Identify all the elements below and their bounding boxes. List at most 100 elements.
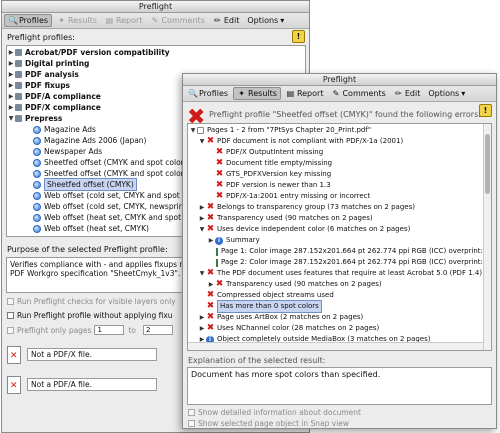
checkbox[interactable] bbox=[188, 409, 195, 416]
pdfx-status-text: Not a PDF/X file. bbox=[27, 348, 157, 361]
toolbar-label: Report bbox=[115, 16, 143, 25]
result-row[interactable]: ▶ ✖ Page uses ArtBox (2 matches on 2 pages… bbox=[188, 312, 491, 323]
disclosure-icon[interactable]: ▼ bbox=[198, 224, 206, 235]
result-row[interactable]: ✖ Document title empty/missing bbox=[188, 158, 491, 169]
result-row[interactable]: ▶ ✖ Uses NChannel color (28 matches on 2 p… bbox=[188, 323, 491, 334]
disclosure-icon[interactable]: ▼ bbox=[198, 268, 206, 279]
results-tree[interactable]: ▼ Pages 1 - 2 from "7PtSys Chapter 20_Pri… bbox=[187, 123, 492, 351]
error-icon: ✖ bbox=[206, 268, 215, 278]
result-row[interactable]: Page 1: Color image 287.152x201.664 pt 2… bbox=[188, 246, 491, 257]
chevron-down-icon: ▾ bbox=[280, 16, 285, 25]
checkbox[interactable] bbox=[7, 312, 14, 319]
result-row[interactable]: Page 2: Color image 287.152x201.664 pt 2… bbox=[188, 257, 491, 268]
folder-icon bbox=[15, 71, 22, 78]
error-icon: ✖ bbox=[206, 323, 215, 333]
cb-only-pages[interactable]: Preflight only pages 1 to 2 bbox=[7, 325, 173, 335]
disclosure-closed-icon[interactable]: ▶ bbox=[7, 58, 15, 69]
disclosure-open-icon[interactable]: ▼ bbox=[7, 113, 15, 124]
disclosure-icon[interactable]: ▼ bbox=[189, 125, 197, 136]
disclosure-icon[interactable]: ▶ bbox=[198, 213, 206, 224]
profile-icon bbox=[33, 180, 41, 189]
info-icon: i bbox=[215, 236, 223, 245]
pdfa-status-text: Not a PDF/A file. bbox=[27, 378, 157, 391]
error-icon: ✖ bbox=[215, 147, 224, 157]
result-row[interactable]: ✖ PDF/X OutputIntent missing bbox=[188, 147, 491, 158]
profiles-label: Preflight profiles: bbox=[7, 33, 75, 42]
toolbar-report-button[interactable]: ▤ Report bbox=[102, 15, 146, 26]
error-icon: ✖ bbox=[215, 191, 224, 201]
result-row[interactable]: ✖ GTS_PDFXVersion key missing bbox=[188, 169, 491, 180]
toolbar-edit-button[interactable]: ✏ Edit bbox=[391, 88, 424, 99]
result-row[interactable]: ▶ i Summary bbox=[188, 235, 491, 246]
page-from-field[interactable]: 1 bbox=[94, 325, 125, 335]
cb-snap-view[interactable]: Show selected page object in Snap view bbox=[188, 419, 349, 428]
error-icon: ✖ bbox=[215, 158, 224, 168]
result-row[interactable]: ▼ Pages 1 - 2 from "7PtSys Chapter 20_Pri… bbox=[188, 125, 491, 136]
page-to-field[interactable]: 2 bbox=[143, 325, 173, 335]
profile-icon bbox=[33, 191, 41, 200]
cb-visible-layers[interactable]: Run Preflight checks for visible layers … bbox=[7, 297, 176, 306]
results-hscrollbar[interactable] bbox=[188, 342, 483, 350]
result-row[interactable]: ▶ ✖ Transparency used (90 matches on 2 pag… bbox=[188, 279, 491, 290]
back-warning-icon[interactable]: ! bbox=[292, 30, 305, 43]
not-pdfx-icon bbox=[7, 345, 21, 364]
cb-without-fixups[interactable]: Run Preflight profile without applying f… bbox=[7, 311, 173, 320]
scroll-thumb[interactable] bbox=[485, 134, 490, 194]
profile-icon bbox=[33, 202, 41, 211]
result-row[interactable]: ▶ ✖ Transparency used (90 matches on 2 pag… bbox=[188, 213, 491, 224]
result-row[interactable]: ▼ ✖ The PDF document uses features that re… bbox=[188, 268, 491, 279]
toolbar-options-button[interactable]: Options ▾ bbox=[244, 15, 287, 26]
error-icon: ✖ bbox=[215, 279, 224, 289]
report-icon: ▤ bbox=[286, 89, 295, 98]
comments-icon: ✎ bbox=[151, 16, 159, 25]
toolbar-options-button[interactable]: Options ▾ bbox=[425, 88, 468, 99]
folder-icon bbox=[15, 104, 22, 111]
toolbar-results-button[interactable]: ✦ Results bbox=[233, 87, 281, 100]
error-icon: ✖ bbox=[206, 202, 215, 212]
disclosure-closed-icon[interactable]: ▶ bbox=[7, 102, 15, 113]
error-icon: ✖ bbox=[215, 180, 224, 190]
error-icon: ✖ bbox=[206, 290, 215, 300]
chevron-down-icon: ▾ bbox=[461, 89, 466, 98]
toolbar-edit-button[interactable]: ✏ Edit bbox=[210, 15, 243, 26]
toolbar-profiles-button[interactable]: 🔍 Profiles bbox=[185, 88, 231, 99]
disclosure-icon[interactable]: ▶ bbox=[207, 279, 215, 290]
front-warning-icon[interactable]: ! bbox=[479, 104, 492, 117]
page-to-label: to bbox=[128, 325, 136, 335]
front-toolbar: 🔍 Profiles ✦ Results ▤ Report ✎ Comments ✏ Edit Op… bbox=[183, 86, 496, 102]
image-thumbnail-icon bbox=[216, 247, 218, 256]
front-title: Preflight bbox=[183, 74, 496, 86]
profile-icon bbox=[33, 147, 41, 156]
result-row[interactable]: ▼ ✖ Uses device independent color (6 match… bbox=[188, 224, 491, 235]
toolbar-profiles-button[interactable]: 🔍 Profiles bbox=[4, 14, 53, 27]
result-row[interactable]: ✖ PDF version is newer than 1.3 bbox=[188, 180, 491, 191]
profile-icon bbox=[33, 224, 41, 233]
toolbar-report-button[interactable]: ▤ Report bbox=[283, 88, 327, 99]
checkbox[interactable] bbox=[188, 420, 195, 427]
disclosure-icon[interactable]: ▶ bbox=[198, 323, 206, 334]
result-row[interactable]: ▶ ✖ Belongs to transparency group (73 matc… bbox=[188, 202, 491, 213]
disclosure-closed-icon[interactable]: ▶ bbox=[7, 47, 15, 58]
results-vscrollbar[interactable] bbox=[483, 124, 491, 350]
not-pdfa-icon bbox=[7, 375, 21, 394]
disclosure-icon[interactable]: ▼ bbox=[198, 136, 206, 147]
group-digital-printing[interactable]: ▶ Digital printing bbox=[7, 58, 305, 69]
disclosure-icon[interactable]: ▶ bbox=[207, 235, 215, 246]
toolbar-results-button[interactable]: ✦ Results bbox=[54, 15, 100, 26]
disclosure-icon[interactable]: ▶ bbox=[198, 202, 206, 213]
toolbar-comments-button[interactable]: ✎ Comments bbox=[328, 88, 388, 99]
checkbox[interactable] bbox=[7, 326, 14, 334]
folder-icon bbox=[15, 115, 22, 122]
disclosure-closed-icon[interactable]: ▶ bbox=[7, 69, 15, 80]
disclosure-closed-icon[interactable]: ▶ bbox=[7, 91, 15, 102]
result-row[interactable]: ▼ ✖ PDF document is not compliant with PDF… bbox=[188, 136, 491, 147]
result-row[interactable]: ✖ Has more than 0 spot colors bbox=[188, 300, 491, 313]
cb-detailed-info[interactable]: Show detailed information about document bbox=[188, 408, 361, 417]
checkbox[interactable] bbox=[7, 298, 14, 305]
group-acrobat-pdf-version-compatibility[interactable]: ▶ Acrobat/PDF version compatibility bbox=[7, 47, 305, 58]
disclosure-icon[interactable]: ▶ bbox=[198, 312, 206, 323]
result-row[interactable]: ✖ PDF/X-1a:2001 entry missing or incorrec… bbox=[188, 191, 491, 202]
toolbar-comments-button[interactable]: ✎ Comments bbox=[147, 15, 207, 26]
profile-icon bbox=[33, 158, 41, 167]
disclosure-closed-icon[interactable]: ▶ bbox=[7, 80, 15, 91]
